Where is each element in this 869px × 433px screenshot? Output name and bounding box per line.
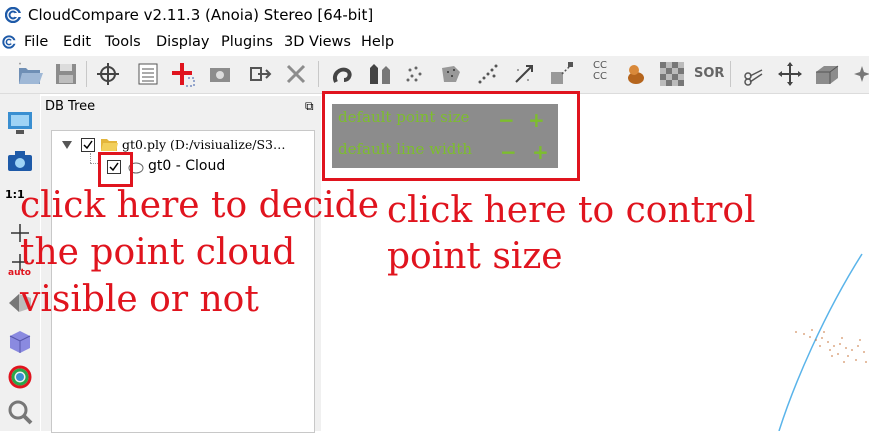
point-size-annotation: click here to control point size <box>387 188 756 280</box>
display-icon[interactable] <box>5 108 35 138</box>
annotation-line: point size <box>387 236 563 277</box>
collapse-arrow-icon[interactable] <box>62 141 72 149</box>
point-size-highlight-box <box>322 91 580 181</box>
toolbar-separator <box>318 61 319 87</box>
light-icon[interactable] <box>5 362 35 392</box>
search-icon[interactable] <box>5 397 35 427</box>
distance-icon[interactable] <box>510 60 538 88</box>
root-visibility-checkbox[interactable] <box>81 138 95 152</box>
visibility-annotation: click here to decide the point cloud vis… <box>20 182 379 323</box>
menu-help[interactable]: Help <box>361 34 394 50</box>
sor-icon[interactable]: SOR <box>694 60 724 88</box>
cut-icon[interactable] <box>740 60 768 88</box>
float-dock-icon[interactable]: ⧉ <box>305 99 314 114</box>
root-file-label[interactable]: gt0.ply (D:/visiualize/S3… <box>122 137 286 152</box>
db-tree-header: DB Tree ⧉ <box>41 96 321 118</box>
main-toolbar: CC CC SOR <box>0 56 869 94</box>
translate-icon[interactable] <box>776 60 804 88</box>
checkmark-icon <box>83 140 93 150</box>
sparkle-icon[interactable] <box>848 60 869 88</box>
folder-icon <box>101 139 118 151</box>
annotation-line: the point cloud <box>20 232 296 273</box>
cloudcompare-logo-icon <box>5 7 21 23</box>
delete-icon[interactable] <box>282 60 310 88</box>
menu-3d-views[interactable]: 3D Views <box>284 34 351 50</box>
box-icon[interactable] <box>812 60 840 88</box>
toolbar-separator <box>86 61 87 87</box>
cloudcompare-logo-icon[interactable] <box>2 35 16 49</box>
menu-plugins[interactable]: Plugins <box>221 34 273 50</box>
normal-icon[interactable] <box>364 60 392 88</box>
annotation-line: visible or not <box>20 279 259 320</box>
registration-icon[interactable] <box>548 60 576 88</box>
subsample-icon[interactable] <box>400 60 428 88</box>
checker-icon[interactable] <box>658 60 686 88</box>
annotation-line: click here to decide <box>20 185 380 226</box>
cloud-label[interactable]: gt0 - Cloud <box>148 158 225 174</box>
clone-icon[interactable] <box>94 60 122 88</box>
menu-tools[interactable]: Tools <box>105 34 141 50</box>
title-bar: CloudCompare v2.11.3 (Anoia) Stereo [64-… <box>0 0 869 30</box>
menu-display[interactable]: Display <box>156 34 209 50</box>
open-folder-icon[interactable] <box>16 60 44 88</box>
merge-icon[interactable] <box>168 60 196 88</box>
toolbar-separator <box>730 61 731 87</box>
menu-file[interactable]: File <box>24 34 48 50</box>
list-icon[interactable] <box>134 60 162 88</box>
camera-icon[interactable] <box>5 146 35 176</box>
annotation-line: click here to control <box>387 190 756 231</box>
trunk-icon[interactable] <box>622 60 650 88</box>
density-icon[interactable] <box>436 60 464 88</box>
export-icon[interactable] <box>246 60 274 88</box>
menu-bar: File Edit Tools Display Plugins 3D Views… <box>0 31 869 55</box>
menu-edit[interactable]: Edit <box>63 34 91 50</box>
segment-icon[interactable] <box>206 60 234 88</box>
tree-connector <box>90 153 92 163</box>
window-title: CloudCompare v2.11.3 (Anoia) Stereo [64-… <box>28 6 374 24</box>
sample-points-icon[interactable] <box>328 60 356 88</box>
save-icon[interactable] <box>52 60 80 88</box>
cube-view-icon[interactable] <box>5 326 35 356</box>
db-tree-title: DB Tree <box>45 99 96 114</box>
ccc-icon[interactable]: CC CC <box>586 60 614 88</box>
noise-icon[interactable] <box>474 60 502 88</box>
